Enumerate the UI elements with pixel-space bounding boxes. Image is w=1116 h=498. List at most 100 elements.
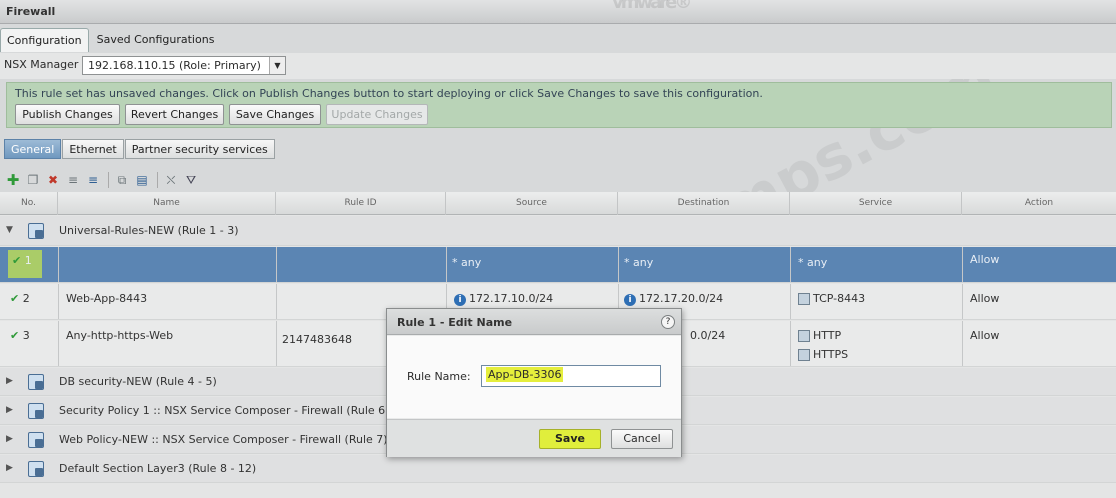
col-destination[interactable]: Destination: [618, 192, 790, 215]
rule-service[interactable]: * any: [798, 247, 827, 269]
rule-no: ✔ 1: [12, 247, 32, 267]
export-icon[interactable]: ▤: [133, 171, 151, 189]
toolbar-divider: [157, 172, 158, 188]
rule-destination-text: 172.17.20.0/24: [639, 292, 724, 305]
nsx-manager-select[interactable]: 192.168.110.15 (Role: Primary) ▼: [82, 56, 286, 75]
add-icon[interactable]: ✚: [4, 171, 22, 189]
help-icon[interactable]: ?: [661, 315, 675, 329]
revert-changes-button[interactable]: Revert Changes: [125, 104, 224, 125]
rule-service[interactable]: HTTP HTTPS: [798, 321, 848, 361]
tab-general[interactable]: General: [4, 139, 62, 159]
col-service[interactable]: Service: [790, 192, 962, 215]
section-icon: [28, 461, 44, 477]
unsaved-changes-banner: This rule set has unsaved changes. Click…: [6, 82, 1112, 128]
rule-no-text: 3: [22, 329, 30, 342]
dialog-title: Rule 1 - Edit Name: [387, 309, 681, 335]
enabled-check-icon[interactable]: ✔: [10, 329, 19, 342]
section-icon: [28, 374, 44, 390]
col-source[interactable]: Source: [446, 192, 618, 215]
col-action[interactable]: Action: [962, 192, 1116, 215]
add-section-icon[interactable]: ⧉: [113, 171, 131, 189]
col-divider: [790, 321, 791, 366]
edit-rule-name-dialog: Rule 1 - Edit Name ? Rule Name: App-DB-3…: [386, 308, 682, 457]
nsx-manager-label: NSX Manager: [4, 58, 79, 71]
rule-destination[interactable]: i 172.17.20.0/24: [624, 284, 723, 306]
rule-no: ✔ 2: [10, 284, 30, 305]
chevron-right-icon[interactable]: ▶: [6, 434, 13, 444]
delete-icon[interactable]: ✖: [44, 171, 62, 189]
tab-configuration[interactable]: Configuration: [0, 28, 89, 52]
rules-toolbar: ✚ ❐ ✖ ≡ ≡ ⧉ ▤ ⛌ ⛛: [4, 169, 202, 191]
rule-service[interactable]: TCP-8443: [798, 284, 865, 305]
section-title: DB security-NEW (Rule 4 - 5): [59, 375, 217, 388]
col-rule-id[interactable]: Rule ID: [276, 192, 446, 215]
rule-action[interactable]: Allow: [970, 284, 999, 305]
rule-no: ✔ 3: [10, 321, 30, 342]
nsx-manager-value: 192.168.110.15 (Role: Primary): [88, 59, 261, 72]
chevron-right-icon[interactable]: ▶: [6, 376, 13, 386]
move-down-icon[interactable]: ≡: [84, 171, 102, 189]
rule-type-tabs: General Ethernet Partner security servic…: [4, 139, 276, 159]
toolbar-divider: [108, 172, 109, 188]
info-icon: i: [624, 294, 636, 306]
rule-name[interactable]: Any-http-https-Web: [66, 321, 173, 342]
dialog-footer: Save Cancel: [387, 419, 681, 457]
rule-name-input[interactable]: App-DB-3306: [481, 365, 661, 387]
col-divider: [446, 247, 447, 282]
filter-icon[interactable]: ⛛: [182, 171, 200, 189]
rule-no-text: 2: [22, 292, 30, 305]
update-changes-button[interactable]: Update Changes: [326, 104, 428, 125]
copy-icon[interactable]: ❐: [24, 171, 42, 189]
enabled-check-icon[interactable]: ✔: [10, 292, 19, 305]
service-icon: [798, 293, 810, 305]
save-changes-button[interactable]: Save Changes: [229, 104, 321, 125]
logo-text: vmware: [612, 0, 677, 13]
col-no[interactable]: No.: [0, 192, 58, 215]
rule-service-text: TCP-8443: [813, 292, 866, 305]
save-button[interactable]: Save: [539, 429, 601, 449]
rule-name-label: Rule Name:: [407, 370, 471, 383]
grid-header: No. Name Rule ID Source Destination Serv…: [0, 192, 1116, 215]
col-divider: [276, 321, 277, 366]
rule-action[interactable]: Allow: [970, 247, 999, 266]
col-divider: [276, 247, 277, 282]
rule-service2-text: HTTPS: [813, 348, 849, 361]
banner-message: This rule set has unsaved changes. Click…: [15, 87, 763, 100]
rule-name[interactable]: Web-App-8443: [66, 284, 147, 305]
col-divider: [790, 247, 791, 282]
table-row[interactable]: ✔ 1 * any * any * any Allow: [0, 247, 1116, 283]
col-divider: [58, 284, 59, 319]
service-item: HTTPS: [798, 348, 848, 361]
rule-action[interactable]: Allow: [970, 321, 999, 342]
cancel-button[interactable]: Cancel: [611, 429, 673, 449]
registered-mark: ®: [674, 0, 692, 13]
col-divider: [790, 284, 791, 319]
section-icon: [28, 403, 44, 419]
rule-destination[interactable]: 0.0/24: [690, 321, 725, 342]
section-title: Security Policy 1 :: NSX Service Compose…: [59, 404, 390, 417]
rule-name-value: App-DB-3306: [486, 367, 564, 382]
rule-source[interactable]: i 172.17.10.0/24: [454, 284, 553, 306]
enabled-check-icon[interactable]: ✔: [12, 254, 21, 267]
rule-source[interactable]: * any: [452, 247, 481, 269]
window-title: Firewall: [0, 0, 1116, 24]
chevron-right-icon[interactable]: ▶: [6, 405, 13, 415]
rule-destination[interactable]: * any: [624, 247, 653, 269]
tab-ethernet[interactable]: Ethernet: [62, 139, 124, 159]
col-name[interactable]: Name: [58, 192, 276, 215]
chevron-down-icon[interactable]: ▼: [269, 57, 285, 74]
filter-clear-icon[interactable]: ⛌: [162, 171, 180, 189]
section-icon: [28, 223, 44, 239]
move-up-icon[interactable]: ≡: [64, 171, 82, 189]
section-title: Universal-Rules-NEW (Rule 1 - 3): [59, 224, 239, 237]
chevron-right-icon[interactable]: ▶: [6, 463, 13, 473]
section-row[interactable]: ▶ Default Section Layer3 (Rule 8 - 12): [0, 455, 1116, 483]
rule-service-text: HTTP: [813, 329, 842, 342]
tab-saved-configurations[interactable]: Saved Configurations: [91, 28, 221, 52]
publish-changes-button[interactable]: Publish Changes: [15, 104, 120, 125]
section-row[interactable]: ▼ Universal-Rules-NEW (Rule 1 - 3): [0, 216, 1116, 246]
dialog-body: Rule Name: App-DB-3306: [387, 336, 681, 418]
tab-partner-security-services[interactable]: Partner security services: [124, 139, 275, 159]
chevron-down-icon[interactable]: ▼: [6, 225, 13, 235]
rule-id: 2147483648: [282, 333, 352, 346]
